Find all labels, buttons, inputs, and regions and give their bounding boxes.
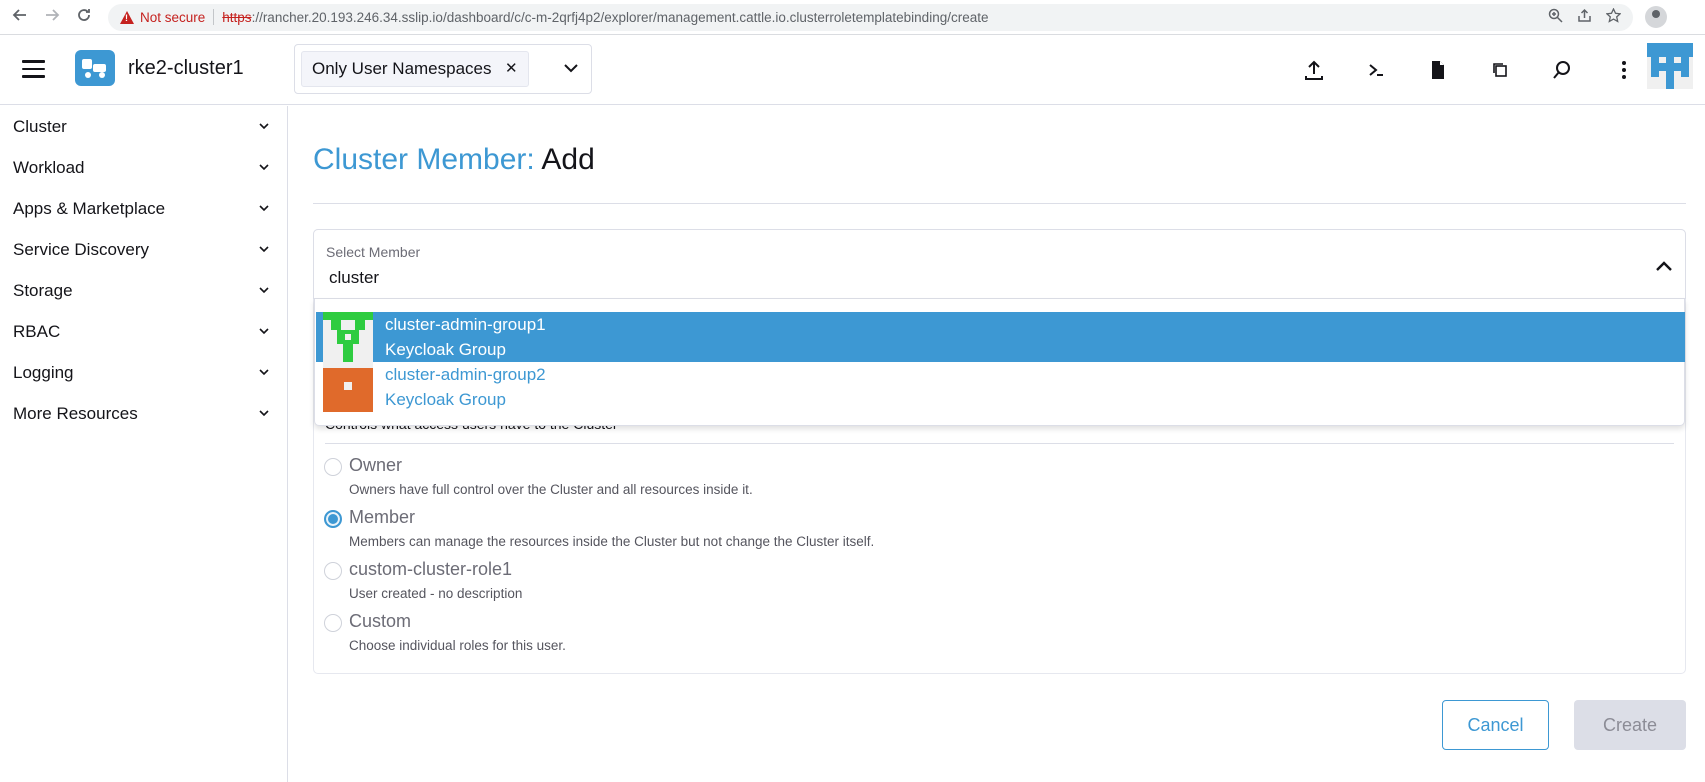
member-option[interactable]: cluster-admin-group2 Keycloak Group bbox=[316, 362, 1685, 412]
member-option[interactable]: cluster-admin-group1 Keycloak Group bbox=[316, 312, 1685, 362]
warning-icon bbox=[120, 11, 134, 24]
page-title: Cluster Member: Add bbox=[313, 143, 595, 177]
hamburger-menu-icon[interactable] bbox=[22, 60, 45, 78]
bookmark-star-icon[interactable] bbox=[1605, 7, 1622, 27]
member-option-type: Keycloak Group bbox=[385, 340, 506, 359]
sidebar-item-label: Service Discovery bbox=[13, 240, 150, 259]
role-description: Owners have full control over the Cluste… bbox=[349, 482, 753, 497]
member-option-name: cluster-admin-group2 bbox=[385, 365, 546, 384]
kebab-menu-icon bbox=[1622, 61, 1626, 79]
chevron-down-icon bbox=[259, 123, 269, 130]
url-text: ://rancher.20.193.246.34.sslip.io/dashbo… bbox=[251, 10, 989, 25]
close-icon[interactable]: ✕ bbox=[505, 52, 518, 86]
cancel-button[interactable]: Cancel bbox=[1442, 700, 1549, 750]
group-avatar bbox=[323, 362, 373, 412]
download-kubeconfig-button[interactable] bbox=[1407, 53, 1469, 87]
file-icon bbox=[1432, 61, 1444, 79]
forward-arrow-icon[interactable] bbox=[42, 7, 62, 27]
sidebar-item-service-discovery[interactable]: Service Discovery bbox=[0, 229, 287, 270]
sidebar-item-apps-marketplace[interactable]: Apps & Marketplace bbox=[0, 188, 287, 229]
chevron-down-icon bbox=[259, 410, 269, 417]
kubectl-shell-button[interactable] bbox=[1345, 53, 1407, 87]
app-header: rke2-cluster1 Only User Namespaces ✕ bbox=[0, 35, 1705, 105]
create-button[interactable]: Create bbox=[1574, 700, 1686, 750]
member-dropdown: cluster-admin-group1 Keycloak Group clus… bbox=[314, 299, 1685, 426]
cluster-icon bbox=[75, 50, 115, 86]
role-radio-member[interactable] bbox=[324, 510, 342, 528]
chevron-down-icon bbox=[259, 328, 269, 335]
role-radio-custom-cluster-role1[interactable] bbox=[324, 562, 342, 580]
role-label: custom-cluster-role1 bbox=[349, 559, 513, 579]
divider bbox=[325, 443, 1674, 444]
search-button[interactable] bbox=[1531, 53, 1593, 87]
upload-icon bbox=[1305, 60, 1323, 80]
member-select-label: Select Member bbox=[326, 244, 421, 260]
user-avatar[interactable] bbox=[1647, 43, 1693, 89]
role-label: Member bbox=[349, 507, 416, 527]
sidebar-item-label: Workload bbox=[13, 158, 85, 177]
copy-icon bbox=[1493, 63, 1507, 77]
role-label: Custom bbox=[349, 611, 412, 631]
security-status: Not secure bbox=[140, 10, 206, 25]
reload-icon[interactable] bbox=[74, 7, 94, 27]
divider bbox=[313, 203, 1686, 204]
role-description: Choose individual roles for this user. bbox=[349, 638, 566, 653]
member-search-input[interactable]: cluster bbox=[329, 268, 379, 288]
browser-profile-icon[interactable] bbox=[1645, 6, 1667, 28]
sidebar-item-cluster[interactable]: Cluster bbox=[0, 106, 287, 147]
terminal-icon bbox=[1369, 64, 1383, 76]
sidebar-item-label: Logging bbox=[13, 363, 74, 382]
page-title-action: Add bbox=[541, 143, 595, 176]
page-title-prefix: Cluster Member: bbox=[313, 143, 535, 176]
role-radio-custom[interactable] bbox=[324, 614, 342, 632]
sidebar-item-rbac[interactable]: RBAC bbox=[0, 311, 287, 352]
share-icon[interactable] bbox=[1577, 8, 1592, 27]
sidebar-item-label: Apps & Marketplace bbox=[13, 199, 166, 218]
sidebar-item-storage[interactable]: Storage bbox=[0, 270, 287, 311]
namespace-chip: Only User Namespaces ✕ bbox=[301, 51, 529, 87]
role-description: User created - no description bbox=[349, 586, 523, 601]
chevron-up-icon[interactable] bbox=[1653, 258, 1675, 274]
group-avatar bbox=[323, 312, 373, 362]
namespace-chip-label: Only User Namespaces bbox=[312, 59, 492, 78]
member-option-type: Keycloak Group bbox=[385, 390, 506, 409]
sidebar-item-label: Cluster bbox=[13, 117, 67, 136]
sidebar-item-label: More Resources bbox=[13, 404, 138, 423]
address-bar[interactable]: Not secure https://rancher.20.193.246.34.… bbox=[108, 4, 1633, 31]
chevron-down-icon bbox=[259, 205, 269, 212]
copy-kubeconfig-button[interactable] bbox=[1469, 53, 1531, 87]
chevron-down-icon[interactable] bbox=[561, 58, 581, 78]
browser-toolbar: Not secure https://rancher.20.193.246.34.… bbox=[0, 0, 1705, 35]
sidebar-item-workload[interactable]: Workload bbox=[0, 147, 287, 188]
sidebar-item-logging[interactable]: Logging bbox=[0, 352, 287, 393]
role-description: Members can manage the resources inside … bbox=[349, 534, 875, 549]
search-icon bbox=[1553, 61, 1570, 79]
sidebar-item-more-resources[interactable]: More Resources bbox=[0, 393, 287, 434]
more-actions-button[interactable] bbox=[1593, 53, 1655, 87]
chevron-down-icon bbox=[259, 246, 269, 253]
chevron-down-icon bbox=[259, 369, 269, 376]
member-select[interactable]: Select Member cluster bbox=[313, 229, 1686, 299]
chevron-down-icon bbox=[259, 287, 269, 294]
zoom-icon[interactable] bbox=[1548, 8, 1563, 27]
sidebar-nav: Cluster Workload Apps & Marketplace Serv… bbox=[0, 106, 288, 782]
sidebar-item-label: RBAC bbox=[13, 322, 61, 341]
chevron-down-icon bbox=[259, 164, 269, 171]
namespace-filter[interactable]: Only User Namespaces ✕ bbox=[294, 44, 592, 94]
role-radio-owner[interactable] bbox=[324, 458, 342, 476]
cluster-name: rke2-cluster1 bbox=[128, 57, 244, 79]
import-yaml-button[interactable] bbox=[1283, 53, 1345, 87]
role-label: Owner bbox=[349, 455, 403, 475]
member-option-name: cluster-admin-group1 bbox=[385, 315, 546, 334]
url-scheme: https bbox=[222, 10, 252, 25]
back-arrow-icon[interactable] bbox=[10, 7, 30, 27]
sidebar-item-label: Storage bbox=[13, 281, 73, 300]
